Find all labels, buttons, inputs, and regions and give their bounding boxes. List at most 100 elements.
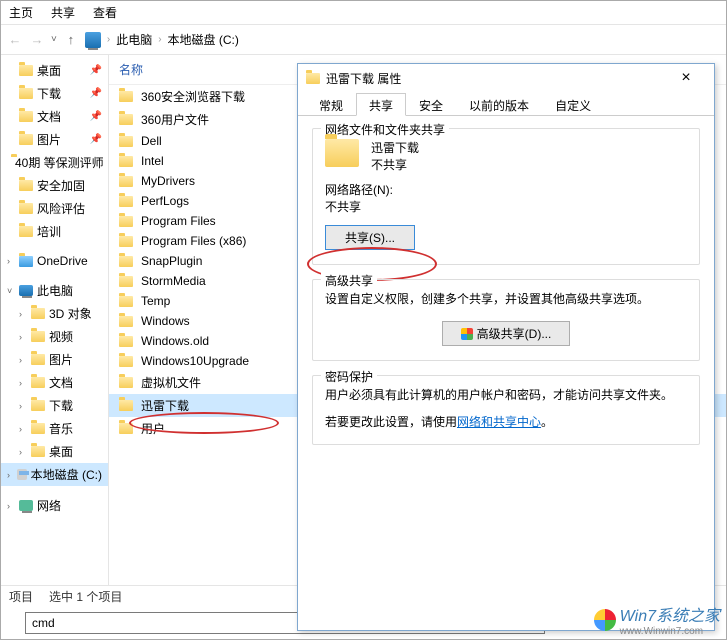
sidebar-item-label: 培训 xyxy=(37,223,61,240)
tab-body: 网络文件和文件夹共享 迅雷下载 不共享 网络路径(N): 不共享 共享(S)..… xyxy=(298,116,714,630)
folder-icon xyxy=(119,296,133,307)
sidebar-item[interactable]: ›图片 xyxy=(1,348,108,371)
sidebar-item-label: 视频 xyxy=(49,328,73,345)
properties-dialog: 迅雷下载 属性 × 常规 共享 安全 以前的版本 自定义 网络文件和文件夹共享 … xyxy=(297,63,715,631)
tab-previous-versions[interactable]: 以前的版本 xyxy=(456,93,542,116)
breadcrumb[interactable]: › 此电脑 › 本地磁盘 (C:) xyxy=(107,31,239,48)
group-title: 密码保护 xyxy=(321,368,377,385)
folder-icon xyxy=(119,196,133,207)
file-name: Intel xyxy=(141,154,164,168)
sidebar-item[interactable]: 桌面📌 xyxy=(1,59,108,82)
sidebar-item-label: 3D 对象 xyxy=(49,305,92,322)
sidebar-item[interactable]: 文档📌 xyxy=(1,105,108,128)
file-name: SnapPlugin xyxy=(141,254,202,268)
folder-icon xyxy=(119,91,133,102)
network-path-value: 不共享 xyxy=(325,198,687,215)
navigation-pane[interactable]: 桌面📌下载📌文档📌图片📌40期 等保测评师安全加固风险评估培训 ›OneDriv… xyxy=(1,55,109,585)
folder-icon xyxy=(119,400,133,411)
folder-icon xyxy=(119,176,133,187)
file-name: MyDrivers xyxy=(141,174,195,188)
dialog-title: 迅雷下载 属性 xyxy=(326,70,401,87)
tab-strip: 常规 共享 安全 以前的版本 自定义 xyxy=(298,92,714,116)
up-button[interactable]: ↑ xyxy=(63,32,79,47)
sidebar-item[interactable]: 安全加固 xyxy=(1,174,108,197)
pin-icon: 📌 xyxy=(90,65,102,76)
pin-icon: 📌 xyxy=(90,111,102,122)
nav-network[interactable]: ›网络 xyxy=(1,494,108,517)
back-button[interactable]: ← xyxy=(7,32,23,47)
folder-icon xyxy=(119,423,133,434)
nav-this-pc[interactable]: ˅此电脑 xyxy=(1,279,108,302)
history-dropdown[interactable]: ˅ xyxy=(51,34,57,45)
folder-icon xyxy=(119,114,133,125)
folder-icon xyxy=(119,156,133,167)
sidebar-item-label: 音乐 xyxy=(49,420,73,437)
dialog-titlebar[interactable]: 迅雷下载 属性 × xyxy=(298,64,714,92)
group-title: 高级共享 xyxy=(321,272,377,289)
sidebar-item[interactable]: ›下载 xyxy=(1,394,108,417)
folder-icon xyxy=(19,111,33,122)
tab-security[interactable]: 安全 xyxy=(406,93,456,116)
network-path-label: 网络路径(N): xyxy=(325,181,687,198)
network-sharing-center-link[interactable]: 网络和共享中心 xyxy=(457,415,541,429)
nav-drive-c[interactable]: ›本地磁盘 (C:) xyxy=(1,463,108,486)
tab-general[interactable]: 常规 xyxy=(306,93,356,116)
folder-icon xyxy=(31,354,45,365)
sidebar-item-label: 图片 xyxy=(37,131,61,148)
folder-icon xyxy=(31,308,45,319)
sidebar-item-label: 40期 等保测评师 xyxy=(15,154,104,171)
shield-icon xyxy=(461,328,473,340)
tab-customize[interactable]: 自定义 xyxy=(542,93,604,116)
chevron-right-icon: › xyxy=(107,34,110,45)
share-button[interactable]: 共享(S)... xyxy=(325,225,415,250)
folder-icon xyxy=(19,88,33,99)
close-button[interactable]: × xyxy=(666,69,706,87)
sidebar-item-label: 桌面 xyxy=(49,443,73,460)
sidebar-item-label: 下载 xyxy=(37,85,61,102)
file-name: 用户 xyxy=(141,420,165,437)
folder-icon xyxy=(31,377,45,388)
advanced-share-button[interactable]: 高级共享(D)... xyxy=(442,321,571,346)
sidebar-item[interactable]: ›桌面 xyxy=(1,440,108,463)
folder-icon xyxy=(19,226,33,237)
password-line1: 用户必须具有此计算机的用户帐户和密码，才能访问共享文件夹。 xyxy=(325,386,687,403)
sidebar-item[interactable]: ›3D 对象 xyxy=(1,302,108,325)
folder-icon xyxy=(119,236,133,247)
file-name: 360安全浏览器下载 xyxy=(141,88,245,105)
menu-home[interactable]: 主页 xyxy=(9,4,33,21)
breadcrumb-this-pc[interactable]: 此电脑 xyxy=(116,31,152,48)
sidebar-item[interactable]: 下载 📌 xyxy=(1,82,108,105)
sidebar-item[interactable]: 40期 等保测评师 xyxy=(1,151,108,174)
sidebar-item[interactable]: ›音乐 xyxy=(1,417,108,440)
sidebar-item-label: 文档 xyxy=(49,374,73,391)
drive-icon xyxy=(17,469,27,480)
file-name: 虚拟机文件 xyxy=(141,374,201,391)
menu-share[interactable]: 共享 xyxy=(51,4,75,21)
pc-icon xyxy=(85,32,101,48)
folder-icon xyxy=(19,180,33,191)
file-name: Program Files (x86) xyxy=(141,234,246,248)
address-bar: ← → ˅ ↑ › 此电脑 › 本地磁盘 (C:) xyxy=(1,25,726,55)
folder-icon xyxy=(119,276,133,287)
forward-button[interactable]: → xyxy=(29,32,45,47)
file-name: 360用户文件 xyxy=(141,111,209,128)
folder-icon xyxy=(31,446,45,457)
sidebar-item[interactable]: 风险评估 xyxy=(1,197,108,220)
tab-share[interactable]: 共享 xyxy=(356,93,406,116)
file-name: Temp xyxy=(141,294,170,308)
file-name: PerfLogs xyxy=(141,194,189,208)
sidebar-item[interactable]: 图片📌 xyxy=(1,128,108,151)
nav-onedrive[interactable]: ›OneDrive xyxy=(1,251,108,271)
group-title: 网络文件和文件夹共享 xyxy=(321,121,449,138)
sidebar-item[interactable]: 培训 xyxy=(1,220,108,243)
menu-view[interactable]: 查看 xyxy=(93,4,117,21)
folder-icon xyxy=(119,356,133,367)
menu-bar: 主页 共享 查看 xyxy=(1,1,726,25)
chevron-right-icon: › xyxy=(158,34,161,45)
sidebar-item[interactable]: ›文档 xyxy=(1,371,108,394)
sidebar-item[interactable]: ›视频 xyxy=(1,325,108,348)
share-state: 不共享 xyxy=(371,156,419,173)
file-name: StormMedia xyxy=(141,274,206,288)
breadcrumb-drive[interactable]: 本地磁盘 (C:) xyxy=(168,31,239,48)
pin-icon: 📌 xyxy=(90,88,102,99)
